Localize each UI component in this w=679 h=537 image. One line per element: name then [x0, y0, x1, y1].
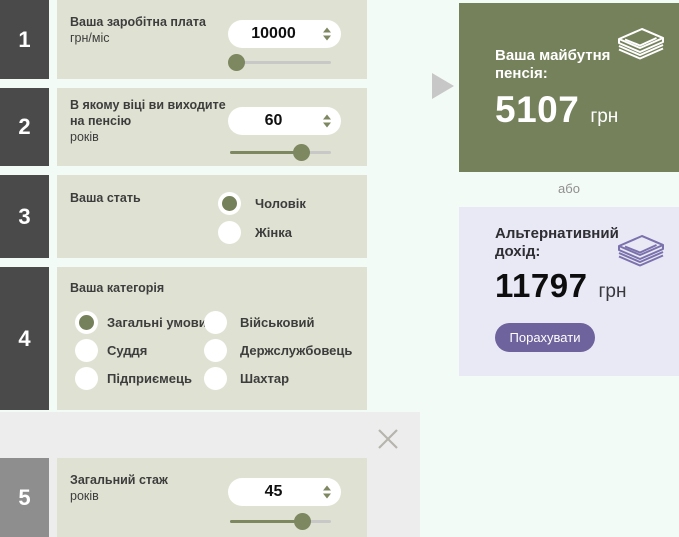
radio-general-label[interactable]: Загальні умови — [107, 315, 207, 330]
age-slider-handle[interactable] — [293, 144, 310, 161]
alternative-income-panel: Альтернативний дохід: 11797 грн Порахува… — [459, 207, 679, 376]
age-input[interactable]: 60 — [228, 107, 341, 135]
category-label-line: Ваша категорія — [70, 281, 165, 295]
step-number-2: 2 — [0, 88, 49, 166]
spinner-down-icon[interactable] — [323, 122, 331, 128]
pension-title: Ваша майбутня пенсія: — [495, 47, 610, 83]
salary-value: 10000 — [251, 25, 296, 42]
pension-calculator: 1 Ваша заробітна плата грн/міс 10000 2 В… — [0, 0, 679, 537]
arrow-right-icon — [432, 73, 454, 99]
spinner-up-icon[interactable] — [323, 27, 331, 33]
step-panel-category: Ваша категорія Загальні умови Військовий… — [57, 267, 367, 410]
radio-male-label[interactable]: Чоловік — [255, 196, 306, 211]
alternative-currency: грн — [598, 281, 627, 302]
radio-miner-label[interactable]: Шахтар — [240, 371, 289, 386]
experience-value: 45 — [264, 483, 283, 500]
salary-label: Ваша заробітна плата грн/міс — [70, 14, 206, 46]
spinner-down-icon[interactable] — [323, 493, 331, 499]
radio-military[interactable] — [204, 311, 227, 334]
age-label: В якому віці ви виходите на пенсію років — [70, 97, 226, 145]
age-slider[interactable] — [230, 144, 331, 161]
radio-general[interactable] — [75, 311, 98, 334]
age-label-line1: В якому віці ви виходите — [70, 98, 226, 112]
step-panel-experience: Загальний стаж років 45 — [57, 458, 367, 537]
or-separator: або — [558, 181, 580, 196]
radio-miner[interactable] — [204, 367, 227, 390]
future-pension-panel: Ваша майбутня пенсія: 5107 грн — [459, 3, 679, 172]
experience-slider-fill — [230, 520, 303, 523]
spinner-up-icon[interactable] — [323, 114, 331, 120]
experience-label: Загальний стаж років — [70, 472, 168, 504]
pension-value: 5107 — [495, 89, 580, 130]
experience-spinner[interactable] — [323, 485, 331, 499]
radio-male[interactable] — [218, 192, 241, 215]
calculate-button[interactable]: Порахувати — [495, 323, 595, 352]
step-panel-age: В якому віці ви виходите на пенсію років… — [57, 88, 367, 166]
radio-civil-servant[interactable] — [204, 339, 227, 362]
alternative-value: 11797 — [495, 267, 588, 304]
radio-female[interactable] — [218, 221, 241, 244]
alternative-amount: 11797 грн — [495, 267, 626, 305]
radio-entrepreneur[interactable] — [75, 367, 98, 390]
radio-entrepreneur-label[interactable]: Підприємець — [107, 371, 192, 386]
step-panel-gender: Ваша стать Чоловік Жінка — [57, 175, 367, 258]
age-slider-fill — [230, 151, 302, 154]
step-number-5: 5 — [0, 458, 49, 537]
age-spinner[interactable] — [323, 114, 331, 128]
salary-slider-handle[interactable] — [228, 54, 245, 71]
radio-judge[interactable] — [75, 339, 98, 362]
pension-currency: грн — [590, 106, 619, 127]
radio-female-label[interactable]: Жінка — [255, 225, 292, 240]
experience-slider-handle[interactable] — [294, 513, 311, 530]
experience-units: років — [70, 489, 99, 503]
experience-slider[interactable] — [230, 513, 331, 530]
radio-military-label[interactable]: Військовий — [240, 315, 314, 330]
spinner-up-icon[interactable] — [323, 485, 331, 491]
pension-title-line2: пенсія: — [495, 65, 548, 82]
gender-label-line: Ваша стать — [70, 191, 141, 205]
age-value: 60 — [264, 112, 283, 129]
radio-judge-label[interactable]: Суддя — [107, 343, 147, 358]
alt-title-line2: дохід: — [495, 243, 541, 260]
pension-amount: 5107 грн — [495, 89, 618, 131]
alternative-income-title: Альтернативний дохід: — [495, 225, 619, 261]
category-label: Ваша категорія — [70, 280, 164, 296]
salary-input[interactable]: 10000 — [228, 20, 341, 48]
step-number-1: 1 — [0, 0, 49, 79]
age-label-line2: на пенсію — [70, 114, 132, 128]
step-panel-salary: Ваша заробітна плата грн/міс 10000 — [57, 0, 367, 79]
experience-label-line: Загальний стаж — [70, 473, 168, 487]
step-number-3: 3 — [0, 175, 49, 258]
spinner-down-icon[interactable] — [323, 35, 331, 41]
age-units: років — [70, 130, 99, 144]
experience-input[interactable]: 45 — [228, 478, 341, 506]
pension-title-line1: Ваша майбутня — [495, 47, 611, 64]
step-number-4: 4 — [0, 267, 49, 410]
salary-spinner[interactable] — [323, 27, 331, 41]
salary-units: грн/міс — [70, 31, 110, 45]
radio-civil-servant-label[interactable]: Держслужбовець — [240, 343, 352, 358]
gender-label: Ваша стать — [70, 190, 141, 206]
salary-label-line: Ваша заробітна плата — [70, 15, 206, 29]
money-stack-icon — [618, 28, 664, 60]
close-icon[interactable] — [376, 427, 400, 451]
alt-title-line1: Альтернативний — [495, 225, 619, 242]
salary-slider[interactable] — [228, 54, 331, 71]
money-stack-icon — [618, 235, 664, 267]
